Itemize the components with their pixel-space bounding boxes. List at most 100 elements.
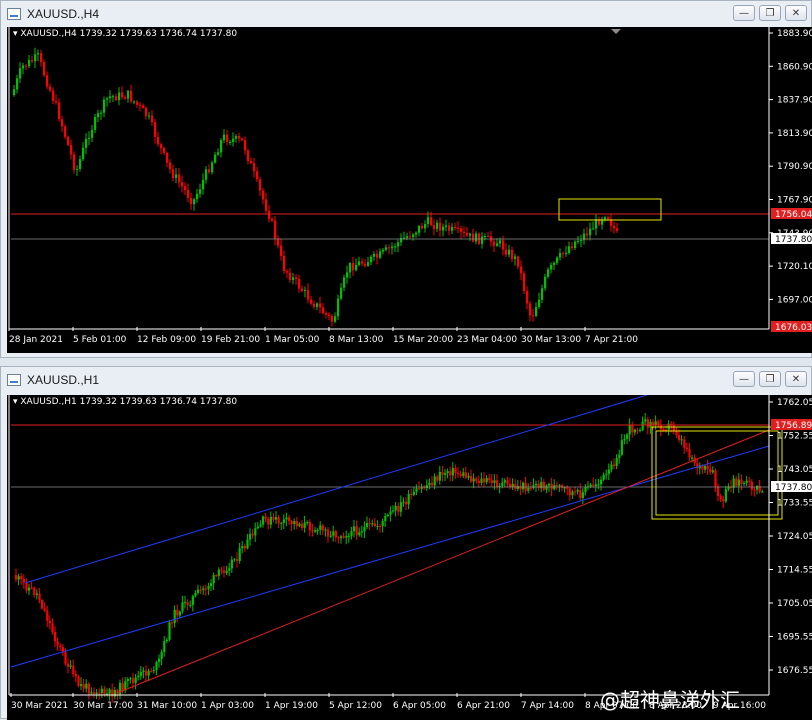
trend-line[interactable] [116, 429, 770, 694]
y-tick-label: 1714.55 [777, 566, 812, 576]
window-menu-icon[interactable] [7, 374, 21, 386]
candle [67, 663, 70, 667]
candle [88, 137, 91, 139]
candle [301, 523, 304, 528]
candle [457, 472, 460, 475]
candle [130, 90, 133, 102]
candle [405, 501, 408, 505]
candle [163, 641, 166, 653]
candle [415, 232, 418, 235]
candle [31, 59, 34, 62]
candle [571, 491, 574, 496]
candle [646, 419, 649, 428]
candle [277, 238, 280, 246]
candle [502, 240, 505, 250]
candle [280, 245, 283, 256]
candle [602, 474, 605, 480]
y-tick-label: 1743.05 [777, 465, 812, 475]
price-chart-h4-canvas[interactable]: 1883.90 1860.90 1837.90 1813.90 1790.90 1767.… [7, 27, 812, 353]
watermark: @超神鼻涕外汇 [600, 688, 740, 712]
candle [190, 197, 193, 205]
shift-marker-icon[interactable] [611, 29, 621, 34]
restore-button[interactable]: ❐ [759, 371, 781, 387]
y-tick-label: 1697.00 [777, 295, 812, 305]
restore-button[interactable]: ❐ [759, 5, 781, 21]
candle [259, 179, 262, 191]
candle [623, 438, 626, 441]
candle [94, 116, 97, 130]
chart-window-h1[interactable]: XAUUSD.,H1 — ❐ ✕ 1762.05 1752.55 1743.05 17… [0, 366, 812, 720]
price-chart-h1[interactable]: 1762.05 1752.55 1743.05 1733.55 1724.05 1714.… [7, 395, 812, 720]
candle [166, 152, 169, 163]
close-icon: ✕ [791, 373, 801, 385]
price-chart-h4[interactable]: 1883.90 1860.90 1837.90 1813.90 1790.90 1767.… [7, 27, 812, 353]
candle [178, 611, 181, 616]
candle [352, 263, 355, 271]
candle [370, 256, 373, 263]
candle [628, 424, 631, 435]
close-button[interactable]: ✕ [785, 5, 807, 21]
candle [160, 144, 163, 149]
candle [394, 505, 397, 511]
candle [61, 119, 64, 127]
candle [545, 485, 548, 490]
close-button[interactable]: ✕ [785, 371, 807, 387]
minimize-button[interactable]: — [733, 371, 755, 387]
candle [154, 122, 157, 137]
candle [25, 65, 28, 67]
chart-window-h4[interactable]: XAUUSD.,H4 — ❐ ✕ 1883.90 1860.90 1837.90 18… [0, 0, 812, 358]
candle [496, 243, 499, 246]
candle [225, 570, 228, 573]
candle [246, 539, 249, 549]
price-tag-red-text: 1756.04 [775, 210, 812, 220]
candle [35, 593, 38, 595]
candle [355, 526, 358, 536]
candle [420, 487, 423, 489]
candle [355, 265, 358, 271]
x-tick-label: 30 Mar 13:00 [521, 335, 581, 345]
candle [324, 529, 327, 531]
candle [343, 277, 346, 288]
candle [282, 519, 285, 523]
candle [267, 518, 270, 525]
candle [379, 525, 382, 527]
highlight-box-outer[interactable] [651, 426, 783, 520]
candle [321, 525, 324, 531]
candle [442, 226, 445, 231]
candle [169, 162, 172, 170]
candle [322, 307, 325, 314]
channel-lower-line[interactable] [10, 445, 770, 668]
candle [732, 478, 735, 488]
candle [181, 182, 184, 187]
candle [171, 622, 174, 624]
candle [580, 240, 583, 242]
candle [250, 161, 253, 164]
candle [145, 670, 148, 676]
window-menu-icon[interactable] [7, 8, 21, 20]
candle [654, 421, 657, 426]
candle [259, 524, 262, 527]
candle [626, 434, 629, 439]
candle [52, 90, 55, 101]
candle [187, 189, 190, 198]
candle [496, 480, 499, 487]
minimize-button[interactable]: — [733, 5, 755, 21]
candle [106, 693, 109, 695]
highlight-box-inner[interactable] [655, 430, 779, 516]
candle [43, 62, 46, 76]
candle [600, 479, 603, 485]
highlight-box[interactable] [558, 198, 662, 221]
candle [121, 92, 124, 98]
candle [562, 252, 565, 254]
candle [469, 233, 472, 236]
window-titlebar[interactable]: XAUUSD.,H4 — ❐ ✕ [1, 1, 811, 27]
candle [366, 523, 369, 527]
candle [33, 587, 36, 595]
candle [197, 589, 200, 594]
candle [397, 505, 400, 512]
window-titlebar[interactable]: XAUUSD.,H1 — ❐ ✕ [1, 367, 811, 393]
price-chart-h1-canvas[interactable]: 1762.05 1752.55 1743.05 1733.55 1724.05 1714.… [7, 395, 812, 720]
x-tick-label: 5 Apr 12:00 [329, 701, 382, 711]
candle [202, 179, 205, 190]
x-tick-label: 1 Apr 19:00 [265, 701, 318, 711]
